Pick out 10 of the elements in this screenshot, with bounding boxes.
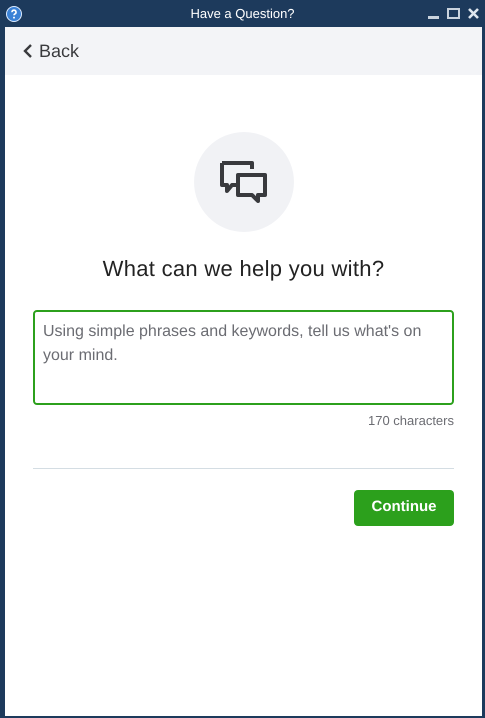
window-title: Have a Question? (190, 4, 295, 23)
character-count: 170 characters (368, 412, 454, 430)
question-field[interactable]: Using simple phrases and keywords, tell us what's on your mind. (33, 310, 454, 405)
heading: What can we help you with? (102, 255, 384, 283)
maximize-icon[interactable] (447, 8, 460, 19)
chat-bubbles-icon (218, 160, 268, 204)
chevron-left-icon (23, 43, 33, 59)
help-icon[interactable] (6, 6, 22, 22)
close-icon[interactable] (468, 8, 479, 19)
back-button[interactable]: Back (23, 38, 80, 64)
